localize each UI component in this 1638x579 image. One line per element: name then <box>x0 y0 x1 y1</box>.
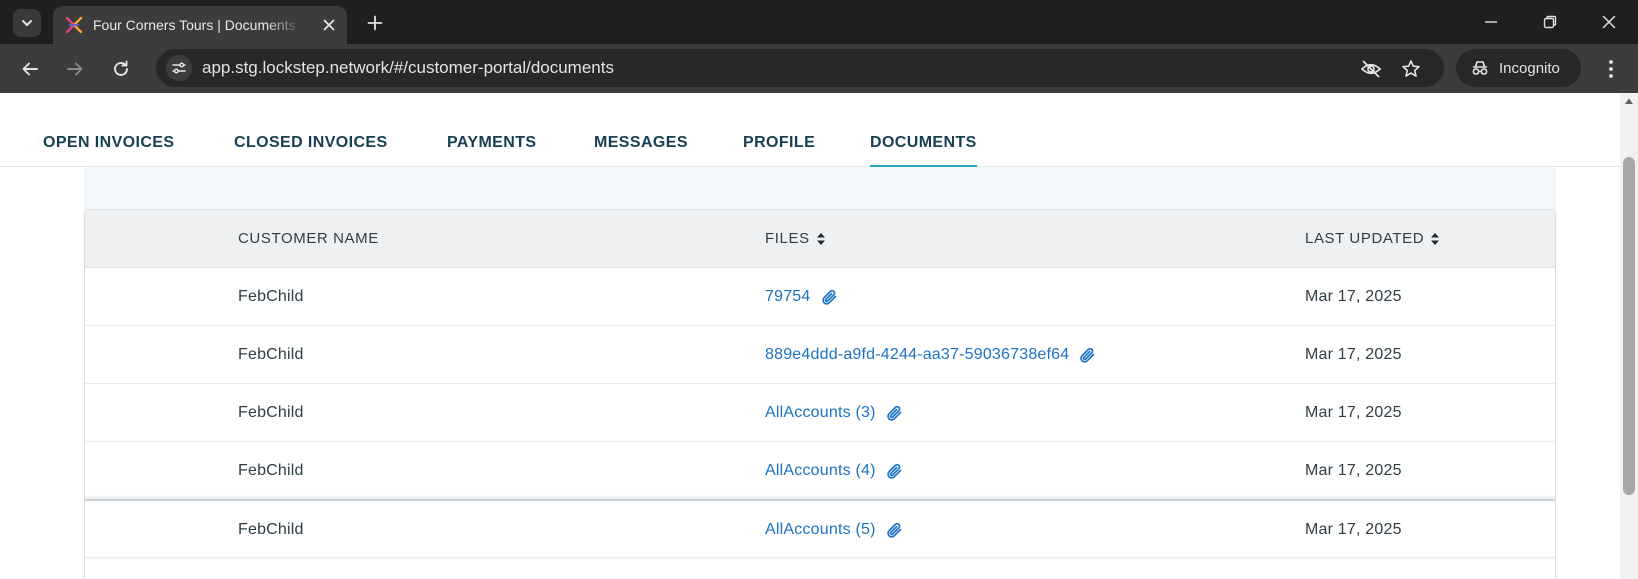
documents-table: CUSTOMER NAME FILES LAST UPDATED FebChil… <box>84 209 1556 579</box>
table-row: FebChild 79754 Mar 17, 2025 <box>85 268 1555 326</box>
url-text[interactable]: app.stg.lockstep.network/#/customer-port… <box>202 58 614 78</box>
last-updated-cell: Mar 17, 2025 <box>1305 521 1402 538</box>
column-header-label: FILES <box>765 230 810 247</box>
browser-tab-title: Four Corners Tours | Documents <box>93 17 296 33</box>
bookmark-star-button[interactable] <box>1398 56 1424 82</box>
file-name[interactable]: AllAccounts (4) <box>765 462 876 480</box>
restore-window-button[interactable] <box>1527 4 1573 40</box>
tune-icon <box>172 62 186 74</box>
column-header-files[interactable]: FILES <box>765 230 826 248</box>
scroll-up-arrow-icon[interactable] <box>1624 97 1634 105</box>
column-header-label: LAST UPDATED <box>1305 230 1425 247</box>
table-row: FebChild 889e4ddd-a9fd-4244-aa37-5903673… <box>85 326 1555 384</box>
browser-tab-bar: Four Corners Tours | Documents <box>0 0 1638 44</box>
close-window-button[interactable] <box>1586 4 1632 40</box>
file-name[interactable]: AllAccounts (5) <box>765 521 876 539</box>
minimize-window-button[interactable] <box>1468 4 1514 40</box>
incognito-icon <box>1472 61 1488 75</box>
customer-name-cell: FebChild <box>238 346 304 363</box>
sort-icon[interactable] <box>816 231 826 247</box>
back-button[interactable] <box>15 54 45 84</box>
tab-messages[interactable]: MESSAGES <box>594 133 688 153</box>
file-link[interactable]: AllAccounts (5) <box>765 521 903 539</box>
forward-button[interactable] <box>60 54 90 84</box>
site-info-button[interactable] <box>166 55 192 81</box>
new-tab-button[interactable] <box>362 10 388 36</box>
column-header-last-updated[interactable]: LAST UPDATED <box>1305 230 1440 248</box>
scrollbar-thumb[interactable] <box>1623 157 1635 495</box>
minimize-icon <box>1485 21 1497 23</box>
tab-closed-invoices[interactable]: CLOSED INVOICES <box>234 133 388 153</box>
paperclip-icon <box>821 289 836 305</box>
plus-icon <box>367 15 383 31</box>
restore-icon <box>1543 15 1557 29</box>
paperclip-icon <box>886 522 901 538</box>
last-updated-cell: Mar 17, 2025 <box>1305 288 1402 305</box>
close-tab-button[interactable] <box>319 15 339 35</box>
tab-open-invoices[interactable]: OPEN INVOICES <box>43 133 174 153</box>
arrow-right-icon <box>67 62 83 76</box>
last-updated-cell: Mar 17, 2025 <box>1305 346 1402 363</box>
reload-icon <box>114 60 128 76</box>
tab-search-button[interactable] <box>13 9 41 37</box>
eye-off-icon <box>1360 60 1382 78</box>
file-name[interactable]: AllAccounts (3) <box>765 404 876 422</box>
table-row: FebChild AllAccounts (3) Mar 17, 2025 <box>85 384 1555 442</box>
paperclip-icon <box>1080 347 1095 363</box>
close-icon <box>1602 15 1616 29</box>
tab-payments[interactable]: PAYMENTS <box>447 133 536 153</box>
browser-tab[interactable]: Four Corners Tours | Documents <box>53 6 347 44</box>
portal-tabs: OPEN INVOICES CLOSED INVOICES PAYMENTS M… <box>0 93 1620 169</box>
last-updated-cell: Mar 17, 2025 <box>1305 404 1402 421</box>
lockstep-favicon-icon <box>65 16 83 34</box>
tab-documents[interactable]: DOCUMENTS <box>870 133 977 169</box>
file-link[interactable]: 79754 <box>765 288 838 306</box>
table-header: CUSTOMER NAME FILES LAST UPDATED <box>85 210 1555 268</box>
customer-portal-page: OPEN INVOICES CLOSED INVOICES PAYMENTS M… <box>0 93 1620 579</box>
star-icon <box>1402 60 1420 77</box>
arrow-left-icon <box>22 62 38 76</box>
file-link[interactable]: 889e4ddd-a9fd-4244-aa37-59036738ef64 <box>765 346 1096 364</box>
file-name[interactable]: 79754 <box>765 288 811 306</box>
reload-button[interactable] <box>106 54 136 84</box>
chevron-down-icon <box>22 20 32 26</box>
column-header-customer-name: CUSTOMER NAME <box>238 230 379 248</box>
customer-name-cell: FebChild <box>238 462 304 479</box>
paperclip-icon <box>886 463 901 479</box>
more-vertical-icon <box>1609 60 1613 78</box>
address-bar[interactable]: app.stg.lockstep.network/#/customer-port… <box>156 49 1444 87</box>
last-updated-cell: Mar 17, 2025 <box>1305 462 1402 479</box>
file-link[interactable]: AllAccounts (4) <box>765 462 903 480</box>
customer-name-cell: FebChild <box>238 521 304 538</box>
table-row: FebChild AllAccounts (5) Mar 17, 2025 <box>85 500 1555 558</box>
column-header-label: CUSTOMER NAME <box>238 230 379 247</box>
sort-icon[interactable] <box>1430 231 1440 247</box>
file-name[interactable]: 889e4ddd-a9fd-4244-aa37-59036738ef64 <box>765 346 1069 364</box>
incognito-label: Incognito <box>1499 59 1560 77</box>
file-link[interactable]: AllAccounts (3) <box>765 404 903 422</box>
customer-name-cell: FebChild <box>238 288 304 305</box>
close-icon <box>323 19 335 31</box>
page-scrollbar[interactable] <box>1620 93 1638 579</box>
browser-menu-button[interactable] <box>1597 54 1625 84</box>
table-row: FebChild AllAccounts (4) Mar 17, 2025 <box>85 442 1555 500</box>
tracking-protection-button[interactable] <box>1358 56 1384 82</box>
browser-toolbar: app.stg.lockstep.network/#/customer-port… <box>0 44 1638 93</box>
paperclip-icon <box>886 405 901 421</box>
incognito-indicator[interactable]: Incognito <box>1456 49 1581 87</box>
tab-profile[interactable]: PROFILE <box>743 133 815 153</box>
customer-name-cell: FebChild <box>238 404 304 421</box>
